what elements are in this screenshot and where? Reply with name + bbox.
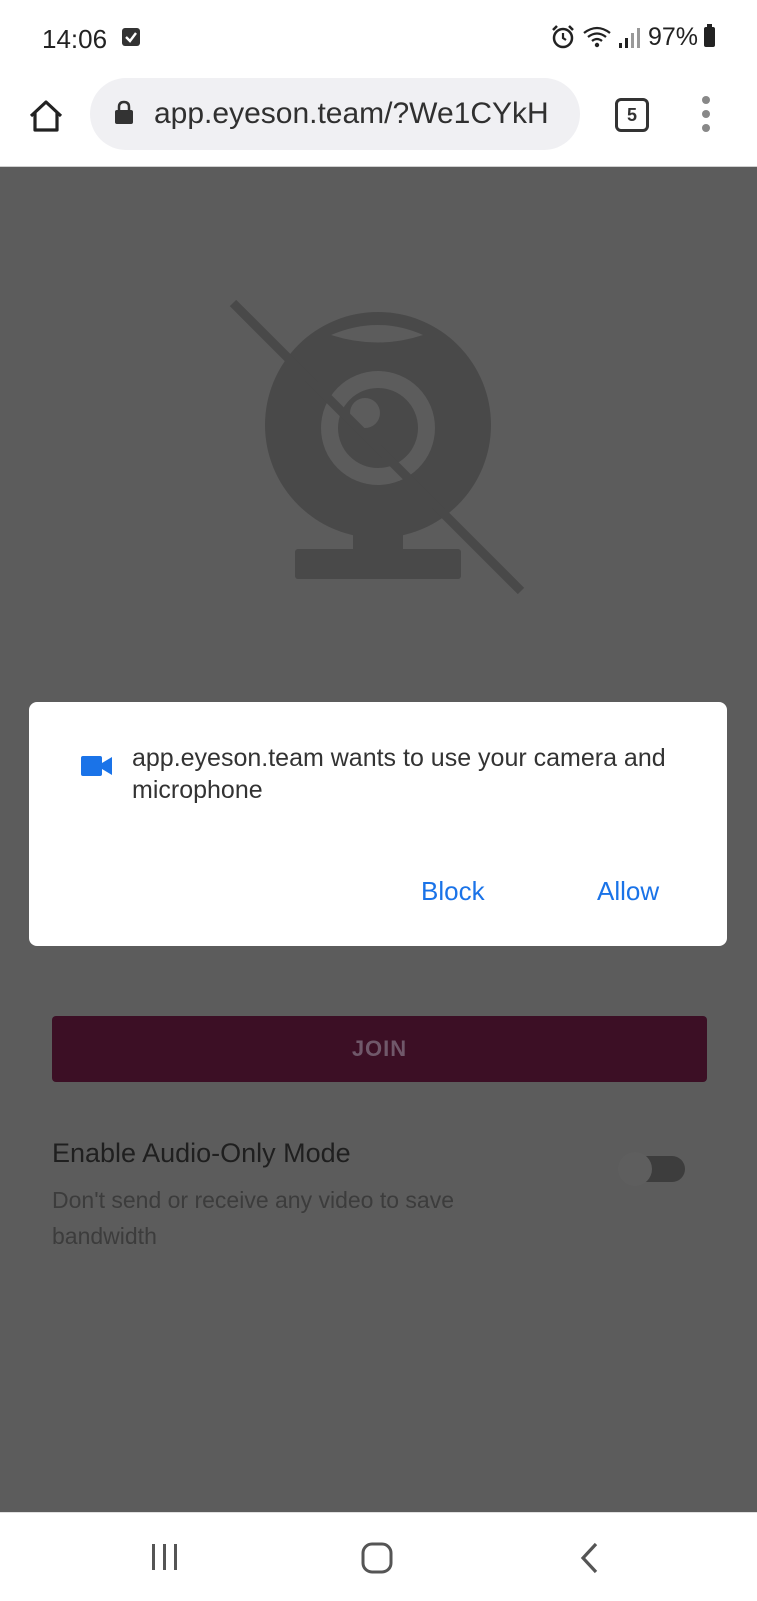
back-icon[interactable] xyxy=(578,1541,600,1575)
videocam-icon xyxy=(81,756,112,776)
battery-percent: 97% xyxy=(647,22,698,51)
browser-toolbar: app.eyeson.team/?We1CYkH 5 xyxy=(0,78,757,167)
join-button[interactable]: JOIN xyxy=(52,1016,707,1082)
checkbox-icon xyxy=(122,28,140,46)
home-nav-icon[interactable] xyxy=(360,1541,394,1575)
camera-off-icon xyxy=(229,299,525,595)
audio-only-description: Don't send or receive any video to save … xyxy=(52,1187,455,1249)
alarm-icon xyxy=(552,25,574,49)
status-bar: 14:06 97% xyxy=(0,0,757,78)
wifi-icon xyxy=(583,26,611,48)
system-nav-bar xyxy=(0,1512,757,1601)
audio-only-toggle-knob[interactable] xyxy=(618,1152,652,1186)
status-icons: 97% xyxy=(550,22,715,52)
address-bar[interactable]: app.eyeson.team/?We1CYkH xyxy=(90,78,580,150)
permission-message: app.eyeson.team wants to use your camera… xyxy=(132,744,666,804)
block-button[interactable]: Block xyxy=(421,876,485,907)
lock-icon xyxy=(115,100,133,124)
tab-switcher-button[interactable]: 5 xyxy=(615,98,649,132)
signal-icon xyxy=(618,28,640,48)
overflow-menu-icon[interactable] xyxy=(700,96,712,136)
allow-button[interactable]: Allow xyxy=(597,876,659,907)
battery-icon xyxy=(704,24,715,47)
status-time: 14:06 xyxy=(42,24,108,54)
recent-apps-icon[interactable] xyxy=(150,1543,180,1571)
audio-only-title: Enable Audio-Only Mode xyxy=(52,1138,351,1168)
home-icon[interactable] xyxy=(26,96,66,136)
url-text: app.eyeson.team/?We1CYkH xyxy=(154,97,549,130)
permission-dialog: app.eyeson.team wants to use your camera… xyxy=(29,702,727,946)
